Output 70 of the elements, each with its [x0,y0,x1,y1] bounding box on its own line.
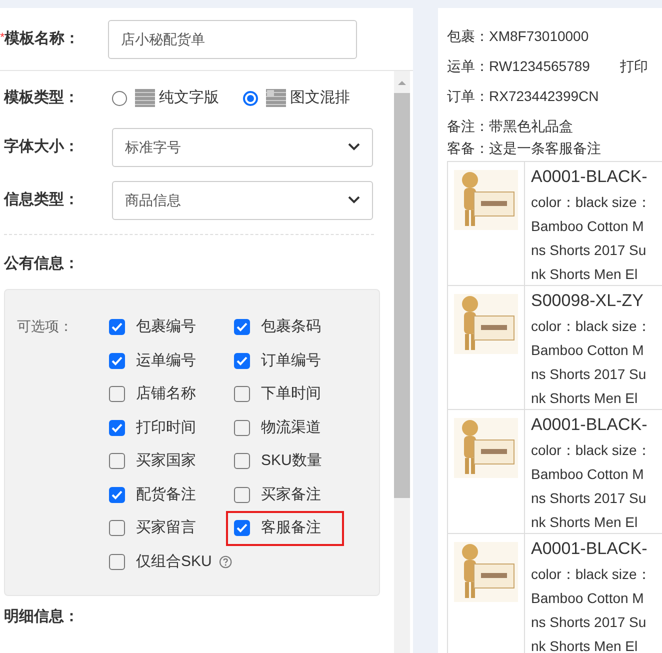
no-image-placeholder-drawing [454,294,518,354]
product-text: nk Shorts Men El [531,265,639,284]
check-icon [111,322,123,332]
product-text: Bamboo Cotton M [531,589,645,608]
product-text: color：black size： [531,441,651,460]
checkbox-option[interactable]: 包裹编号 [101,310,219,344]
select-field[interactable]: 商品信息 [112,180,373,220]
product-sku: S00098-XL-ZY [531,290,644,312]
field-label: 信息类型： [4,190,80,210]
checkbox-option[interactable]: 买家备注 [226,478,344,512]
checkbox-option[interactable]: 包裹条码 [226,310,344,344]
product-text: nk Shorts Men El [531,637,639,653]
checkbox-option[interactable]: 配货备注 [101,478,219,512]
checkbox-option[interactable]: 买家留言 [101,511,219,546]
product-sku: A0001-BLACK- [531,414,648,436]
info-line: 包裹：XM8F73010000 [447,27,589,46]
text-layout-icon [135,89,155,108]
info-line: 客备：这是一条客服备注 [447,139,601,158]
scrollbar-thumb[interactable] [394,93,410,498]
image-layout-icon [266,89,286,108]
info-line: 运单：RW1234565789 [447,57,590,76]
checkbox-option[interactable]: 仅组合SKU [101,544,234,579]
checkbox-option[interactable]: 运单编号 [101,344,219,378]
product-sku: A0001-BLACK- [531,166,648,188]
product-sku: A0001-BLACK- [531,538,648,560]
checkbox-option[interactable]: 订单编号 [226,344,344,378]
section-title: 明细信息： [4,607,80,627]
product-text: Bamboo Cotton M [531,217,645,236]
no-image-placeholder-drawing [454,418,518,478]
product-text: color：black size： [531,193,651,212]
product-text: nk Shorts Men El [531,513,639,532]
select-field[interactable]: 标准字号 [112,128,373,166]
info-line: 备注：带黑色礼品盒 [447,117,573,136]
radio-option[interactable]: 图文混排 [243,87,350,110]
no-image-placeholder-drawing [454,542,518,602]
product-text: ns Shorts 2017 Su [531,489,648,508]
check-icon [111,422,123,433]
field-label: *模板名称： [0,28,81,49]
text-field[interactable]: 店小秘配货单 [108,20,357,58]
check-icon [236,322,248,332]
product-text: ns Shorts 2017 Su [531,613,648,632]
checkbox-option[interactable]: 客服备注 [226,511,344,546]
checkbox-option[interactable]: 打印时间 [101,410,219,445]
check-icon [236,356,248,366]
product-text: ns Shorts 2017 Su [531,241,648,260]
product-text: nk Shorts Men El [531,389,639,408]
checkbox-option[interactable]: 下单时间 [226,377,344,412]
no-image-placeholder-drawing [454,170,518,230]
info-line: 打印 [620,57,648,76]
checkbox-option[interactable]: 买家国家 [101,444,219,478]
info-line: 订单：RX723442399CN [447,87,599,106]
check-icon [111,356,123,366]
checkbox-option[interactable]: 物流渠道 [226,410,344,445]
field-label: 字体大小： [4,136,80,157]
checkbox-option[interactable]: 店铺名称 [101,377,219,412]
check-icon [111,490,123,500]
product-text: Bamboo Cotton M [531,341,645,360]
product-text: color：black size： [531,317,651,336]
product-text: color：black size： [531,565,651,584]
field-label: 可选项： [17,317,74,336]
radio-option[interactable]: 纯文字版 [112,87,219,110]
field-label: 模板类型： [4,88,80,108]
caret-icon [348,143,360,151]
scroll-up-icon[interactable] [397,79,407,87]
caret-icon [348,196,360,204]
checkbox-option[interactable]: SKU数量 [226,444,344,478]
product-text: Bamboo Cotton M [531,465,645,484]
check-icon [236,523,248,534]
section-title: 公有信息： [4,254,80,274]
product-text: ns Shorts 2017 Su [531,365,648,384]
